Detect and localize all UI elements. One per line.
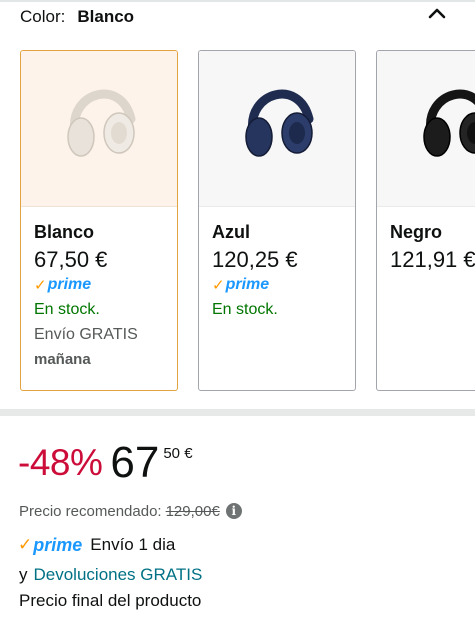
swatch-blanco[interactable]: Blanco 67,50 € ✓ prime En stock. Envío GR…	[20, 50, 178, 391]
swatch-image-area	[377, 51, 475, 207]
top-divider	[0, 0, 475, 2]
swatch-azul[interactable]: Azul 120,25 € ✓ prime En stock.	[198, 50, 356, 391]
price-fraction: 50 €	[163, 445, 193, 462]
prime-delivery-row: ✓ prime Envío 1 dia	[18, 533, 175, 557]
color-label: Color:	[20, 7, 66, 26]
prime-check-icon: ✓	[18, 535, 33, 554]
selected-color-value: Blanco	[77, 7, 135, 26]
price-block: -48% 67 50 €	[18, 440, 193, 488]
prime-text: prime	[33, 534, 83, 555]
swatch-name: Blanco	[34, 222, 95, 242]
discount-percent: -48%	[18, 442, 103, 483]
swatch-shipping: Envío GRATIS	[34, 326, 138, 343]
color-swatch-list: Blanco 67,50 € ✓ prime En stock. Envío GR…	[0, 50, 475, 392]
section-divider	[0, 409, 475, 416]
prime-logo: ✓ prime	[212, 274, 269, 294]
swatch-name: Negro	[390, 222, 443, 242]
swatch-image-area	[199, 51, 355, 207]
prime-logo: ✓ prime	[18, 533, 82, 557]
headphones-black-image	[423, 89, 475, 157]
list-price-label: Precio recomendado:	[19, 502, 162, 520]
list-price-value: 129,00€	[165, 502, 220, 520]
headphones-blue-image	[245, 89, 314, 157]
prime-text: prime	[225, 276, 270, 293]
swatch-stock: En stock.	[34, 301, 100, 318]
chevron-up-icon	[428, 8, 446, 19]
swatch-price: 121,91 €	[390, 247, 475, 272]
prime-logo: ✓ prime	[34, 274, 91, 294]
swatch-negro[interactable]: Negro 121,91 €	[376, 50, 475, 391]
final-price-note: Precio final del producto	[19, 591, 202, 610]
prime-check-icon: ✓	[212, 277, 225, 294]
swatch-stock: En stock.	[212, 301, 278, 318]
returns-prefix: y	[19, 565, 28, 584]
swatch-shipping-day: mañana	[34, 351, 91, 368]
color-selector-header: Color: Blanco	[20, 6, 134, 28]
prime-text: prime	[47, 276, 92, 293]
prime-check-icon: ✓	[34, 277, 47, 294]
delivery-text: Envío 1 dia	[90, 535, 176, 554]
free-returns-link[interactable]: Devoluciones GRATIS	[34, 565, 203, 585]
swatch-price: 120,25 €	[212, 247, 298, 272]
swatch-image-area	[21, 51, 177, 207]
returns-row: y Devoluciones GRATIS	[19, 563, 202, 587]
headphones-white-image	[67, 89, 136, 157]
price-whole: 67	[110, 438, 160, 487]
swatch-name: Azul	[212, 222, 250, 242]
info-icon[interactable]: i	[225, 503, 242, 519]
collapse-color-button[interactable]	[424, 2, 450, 24]
list-price-row: Precio recomendado: 129,00€ i	[19, 500, 242, 522]
swatch-price: 67,50 €	[34, 247, 108, 272]
